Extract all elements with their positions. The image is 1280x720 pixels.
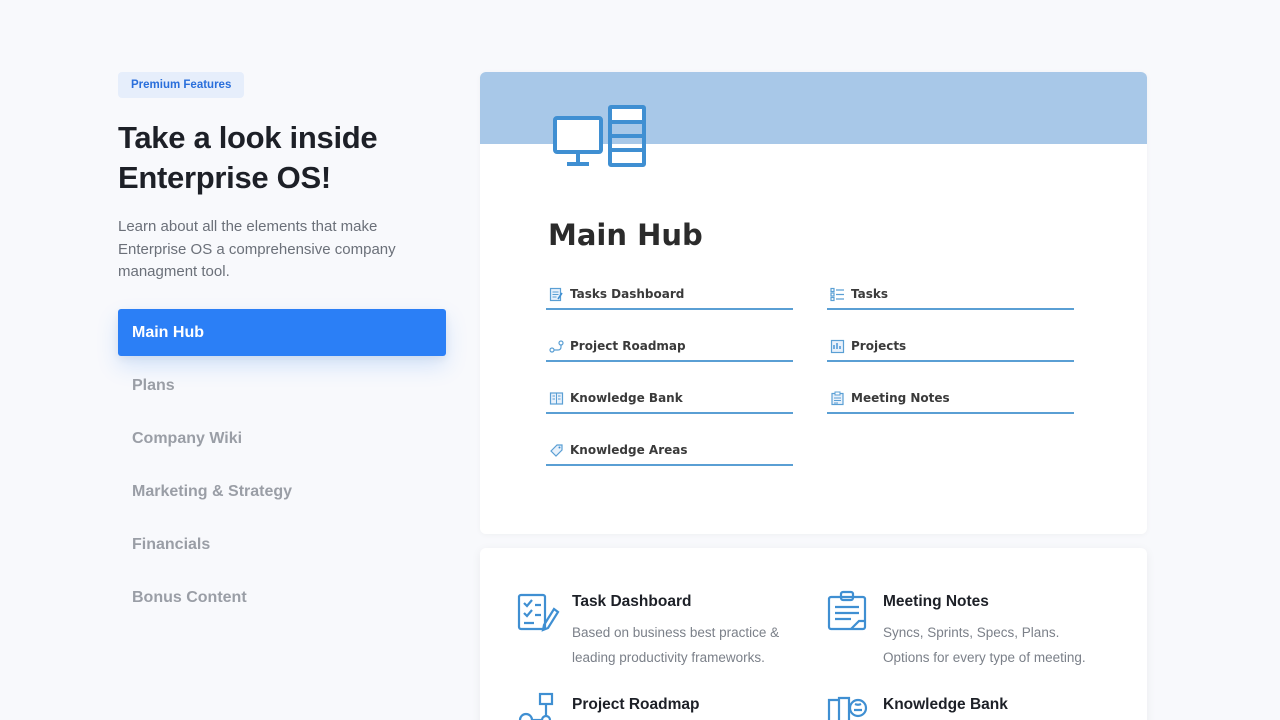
title-line-1: Take a look inside	[118, 120, 378, 155]
intro-section: Premium Features Take a look inside Ente…	[118, 72, 448, 627]
roadmap-icon	[549, 339, 564, 354]
tab-plans[interactable]: Plans	[118, 362, 446, 409]
tab-company-wiki[interactable]: Company Wiki	[118, 415, 446, 462]
feature-project-roadmap: Project Roadmap	[518, 692, 822, 720]
feature-description: Syncs, Sprints, Specs, Plans. Options for…	[883, 625, 1086, 665]
feature-title: Knowledge Bank	[883, 696, 1008, 713]
link-knowledge-bank[interactable]: Knowledge Bank	[546, 384, 793, 414]
tab-marketing-strategy[interactable]: Marketing & Strategy	[118, 468, 446, 515]
flowchart-icon	[514, 692, 560, 720]
link-label: Project Roadmap	[570, 339, 686, 353]
link-projects[interactable]: Projects	[827, 332, 1074, 362]
books-brain-icon	[825, 692, 871, 720]
page-title: Take a look inside Enterprise OS!	[118, 118, 448, 198]
feature-knowledge-bank: Knowledge Bank	[827, 696, 1133, 720]
feature-tabs: Main Hub Plans Company Wiki Marketing & …	[118, 308, 446, 621]
link-label: Meeting Notes	[851, 391, 950, 405]
link-label: Projects	[851, 339, 907, 353]
title-line-2: Enterprise OS!	[118, 160, 331, 195]
tab-financials[interactable]: Financials	[118, 521, 446, 568]
features-card: Task Dashboard Based on business best pr…	[480, 548, 1147, 720]
feature-title: Meeting Notes	[883, 593, 989, 610]
projects-icon	[830, 339, 845, 354]
link-label: Tasks	[851, 287, 889, 301]
tasks-dashboard-icon	[549, 287, 564, 302]
link-label: Knowledge Areas	[570, 443, 688, 457]
link-tasks[interactable]: Tasks	[827, 280, 1074, 310]
link-meeting-notes[interactable]: Meeting Notes	[827, 384, 1074, 414]
feature-description: Based on business best practice & leading…	[572, 625, 780, 665]
feature-title: Project Roadmap	[572, 696, 700, 713]
feature-meeting-notes: Meeting Notes Syncs, Sprints, Specs, Pla…	[827, 590, 1133, 670]
intro-description: Learn about all the elements that make E…	[118, 218, 396, 280]
link-knowledge-areas[interactable]: Knowledge Areas	[546, 436, 793, 466]
notes-icon	[830, 391, 845, 406]
tag-icon	[549, 443, 564, 458]
tab-main-hub[interactable]: Main Hub	[118, 308, 446, 356]
list-icon	[830, 287, 845, 302]
book-icon	[549, 391, 564, 406]
feature-task-dashboard: Task Dashboard Based on business best pr…	[517, 593, 822, 670]
main-hub-preview: Main Hub Tasks Dashboard Tasks Project R…	[480, 72, 1147, 534]
feature-title: Task Dashboard	[572, 593, 692, 610]
link-project-roadmap[interactable]: Project Roadmap	[546, 332, 793, 362]
link-label: Knowledge Bank	[570, 391, 683, 405]
clipboard-notes-icon	[825, 589, 871, 640]
computer-server-icon	[552, 104, 648, 175]
link-label: Tasks Dashboard	[570, 287, 685, 301]
premium-badge: Premium Features	[118, 72, 245, 98]
link-tasks-dashboard[interactable]: Tasks Dashboard	[546, 280, 793, 310]
checklist-pencil-icon	[514, 589, 560, 640]
tab-bonus-content[interactable]: Bonus Content	[118, 574, 446, 621]
hub-title: Main Hub	[548, 218, 703, 252]
